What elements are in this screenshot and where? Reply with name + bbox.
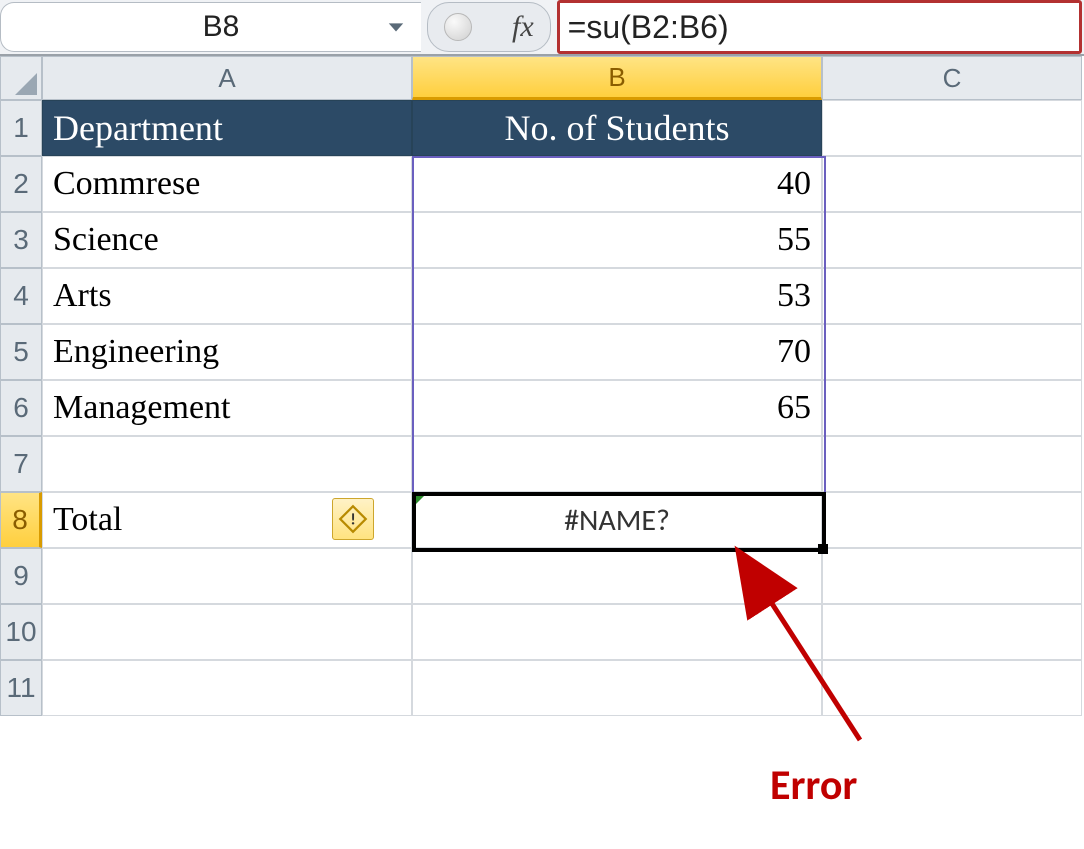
row-header-7[interactable]: 7 (0, 436, 42, 492)
cancel-icon (444, 13, 472, 41)
cell-C6[interactable] (822, 380, 1082, 436)
cell-A2[interactable]: Commrese (42, 156, 412, 212)
cell-B9[interactable] (412, 548, 822, 604)
cell-B1[interactable]: No. of Students (412, 100, 822, 156)
spreadsheet-grid[interactable]: A B C 1 Department No. of Students 2 Com… (0, 56, 1084, 716)
formula-bar: B8 fx =su(B2:B6) (0, 0, 1084, 56)
error-smart-tag[interactable]: ! (332, 498, 374, 540)
cell-B5[interactable]: 70 (412, 324, 822, 380)
cell-B8-value: #NAME? (423, 502, 811, 539)
row-header-3[interactable]: 3 (0, 212, 42, 268)
cell-C3[interactable] (822, 212, 1082, 268)
cell-C5[interactable] (822, 324, 1082, 380)
annotation-label: Error (770, 760, 857, 811)
cell-B11[interactable] (412, 660, 822, 716)
row-header-9[interactable]: 9 (0, 548, 42, 604)
cell-A6[interactable]: Management (42, 380, 412, 436)
col-header-B[interactable]: B (412, 56, 822, 100)
cell-C10[interactable] (822, 604, 1082, 660)
row-header-6[interactable]: 6 (0, 380, 42, 436)
cell-C9[interactable] (822, 548, 1082, 604)
svg-text:!: ! (350, 509, 355, 529)
cell-B2[interactable]: 40 (412, 156, 822, 212)
row-header-8[interactable]: 8 (0, 492, 42, 548)
cell-C7[interactable] (822, 436, 1082, 492)
row-header-5[interactable]: 5 (0, 324, 42, 380)
cell-A5[interactable]: Engineering (42, 324, 412, 380)
cell-A11[interactable] (42, 660, 412, 716)
formula-input[interactable]: =su(B2:B6) (568, 9, 729, 46)
cell-A7[interactable] (42, 436, 412, 492)
cell-A10[interactable] (42, 604, 412, 660)
name-box-dropdown-icon[interactable] (381, 12, 411, 42)
cell-C8[interactable] (822, 492, 1082, 548)
formula-input-highlight: =su(B2:B6) (557, 0, 1082, 54)
cell-A9[interactable] (42, 548, 412, 604)
cell-B7[interactable] (412, 436, 822, 492)
cell-C4[interactable] (822, 268, 1082, 324)
cell-B10[interactable] (412, 604, 822, 660)
cell-A4[interactable]: Arts (42, 268, 412, 324)
row-header-11[interactable]: 11 (0, 660, 42, 716)
formula-bar-buttons: fx (427, 2, 551, 52)
name-box[interactable]: B8 (1, 10, 381, 44)
cell-A3[interactable]: Science (42, 212, 412, 268)
fx-icon[interactable]: fx (512, 10, 534, 44)
error-triangle-icon (413, 493, 427, 507)
row-header-10[interactable]: 10 (0, 604, 42, 660)
cell-A1[interactable]: Department (42, 100, 412, 156)
name-box-container[interactable]: B8 (0, 2, 421, 52)
col-header-A[interactable]: A (42, 56, 412, 100)
cell-C2[interactable] (822, 156, 1082, 212)
cell-C1[interactable] (822, 100, 1082, 156)
cell-B4[interactable]: 53 (412, 268, 822, 324)
row-header-2[interactable]: 2 (0, 156, 42, 212)
col-header-C[interactable]: C (822, 56, 1082, 100)
row-header-4[interactable]: 4 (0, 268, 42, 324)
cell-B3[interactable]: 55 (412, 212, 822, 268)
row-header-1[interactable]: 1 (0, 100, 42, 156)
cell-C11[interactable] (822, 660, 1082, 716)
cell-B8[interactable]: #NAME? (412, 492, 822, 548)
select-all-corner[interactable] (0, 56, 42, 100)
cell-B6[interactable]: 65 (412, 380, 822, 436)
